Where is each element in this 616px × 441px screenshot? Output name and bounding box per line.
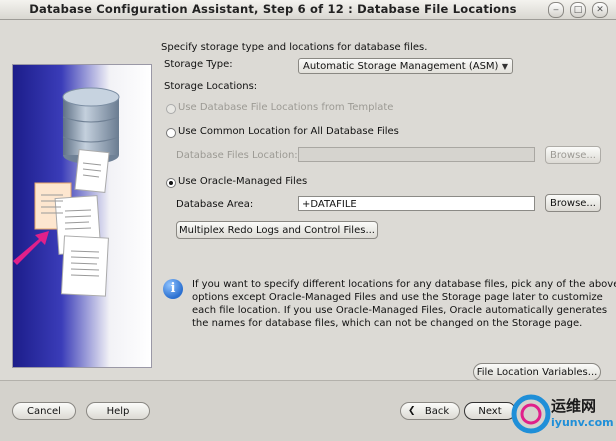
browse-files-location-button[interactable]: Browse... bbox=[545, 146, 601, 164]
chevron-down-icon: ▼ bbox=[501, 62, 508, 71]
close-icon[interactable]: ✕ bbox=[592, 2, 608, 18]
db-files-location-field[interactable] bbox=[298, 147, 535, 162]
radio-oracle-managed[interactable] bbox=[166, 178, 176, 188]
minimize-icon[interactable]: ‒ bbox=[548, 2, 564, 18]
file-location-variables-button[interactable]: File Location Variables... bbox=[473, 363, 601, 381]
radio-common-location[interactable] bbox=[166, 128, 176, 138]
db-area-field[interactable]: +DATAFILE bbox=[298, 196, 535, 211]
info-icon: i bbox=[163, 279, 183, 299]
radio-template[interactable] bbox=[166, 104, 176, 114]
info-line: If you want to specify different locatio… bbox=[192, 279, 616, 290]
browse-db-area-button[interactable]: Browse... bbox=[545, 194, 601, 212]
back-button-label: Back bbox=[424, 406, 450, 417]
side-illustration bbox=[12, 64, 152, 368]
watermark-logo: 运维网 iyunv.com bbox=[509, 392, 614, 436]
instruction-text: Specify storage type and locations for d… bbox=[161, 42, 428, 53]
db-area-label: Database Area: bbox=[176, 199, 254, 210]
watermark-cn-text: 运维网 bbox=[551, 397, 597, 415]
option-omf-label: Use Oracle-Managed Files bbox=[178, 176, 308, 187]
info-line: the names for database files, which can … bbox=[192, 318, 583, 329]
storage-type-label: Storage Type: bbox=[164, 59, 233, 70]
info-line: each file location. If you use Oracle-Ma… bbox=[192, 305, 608, 316]
content-area: Specify storage type and locations for d… bbox=[0, 20, 616, 381]
info-line: options except Oracle-Managed Files and … bbox=[192, 292, 603, 303]
db-files-location-label: Database Files Location: bbox=[176, 150, 298, 161]
option-common-label: Use Common Location for All Database Fil… bbox=[178, 126, 399, 137]
help-button[interactable]: Help bbox=[86, 402, 150, 420]
window-title: Database Configuration Assistant, Step 6… bbox=[29, 2, 517, 16]
storage-type-value: Automatic Storage Management (ASM) bbox=[303, 61, 499, 72]
option-template-label: Use Database File Locations from Templat… bbox=[178, 102, 394, 113]
cancel-button[interactable]: Cancel bbox=[12, 402, 76, 420]
maximize-icon[interactable]: □ bbox=[570, 2, 586, 18]
storage-locations-label: Storage Locations: bbox=[164, 81, 258, 92]
storage-type-select[interactable]: Automatic Storage Management (ASM) ▼ bbox=[298, 58, 513, 74]
database-illustration-icon bbox=[13, 87, 120, 297]
next-button-label: Next bbox=[478, 406, 502, 417]
info-message: If you want to specify different locatio… bbox=[192, 278, 616, 330]
multiplex-redo-logs-button[interactable]: Multiplex Redo Logs and Control Files... bbox=[176, 221, 378, 239]
watermark-url-text: iyunv.com bbox=[551, 416, 614, 429]
back-button[interactable]: ❮ Back bbox=[400, 402, 460, 420]
title-bar: Database Configuration Assistant, Step 6… bbox=[0, 0, 616, 20]
chevron-left-icon: ❮ bbox=[408, 406, 416, 416]
